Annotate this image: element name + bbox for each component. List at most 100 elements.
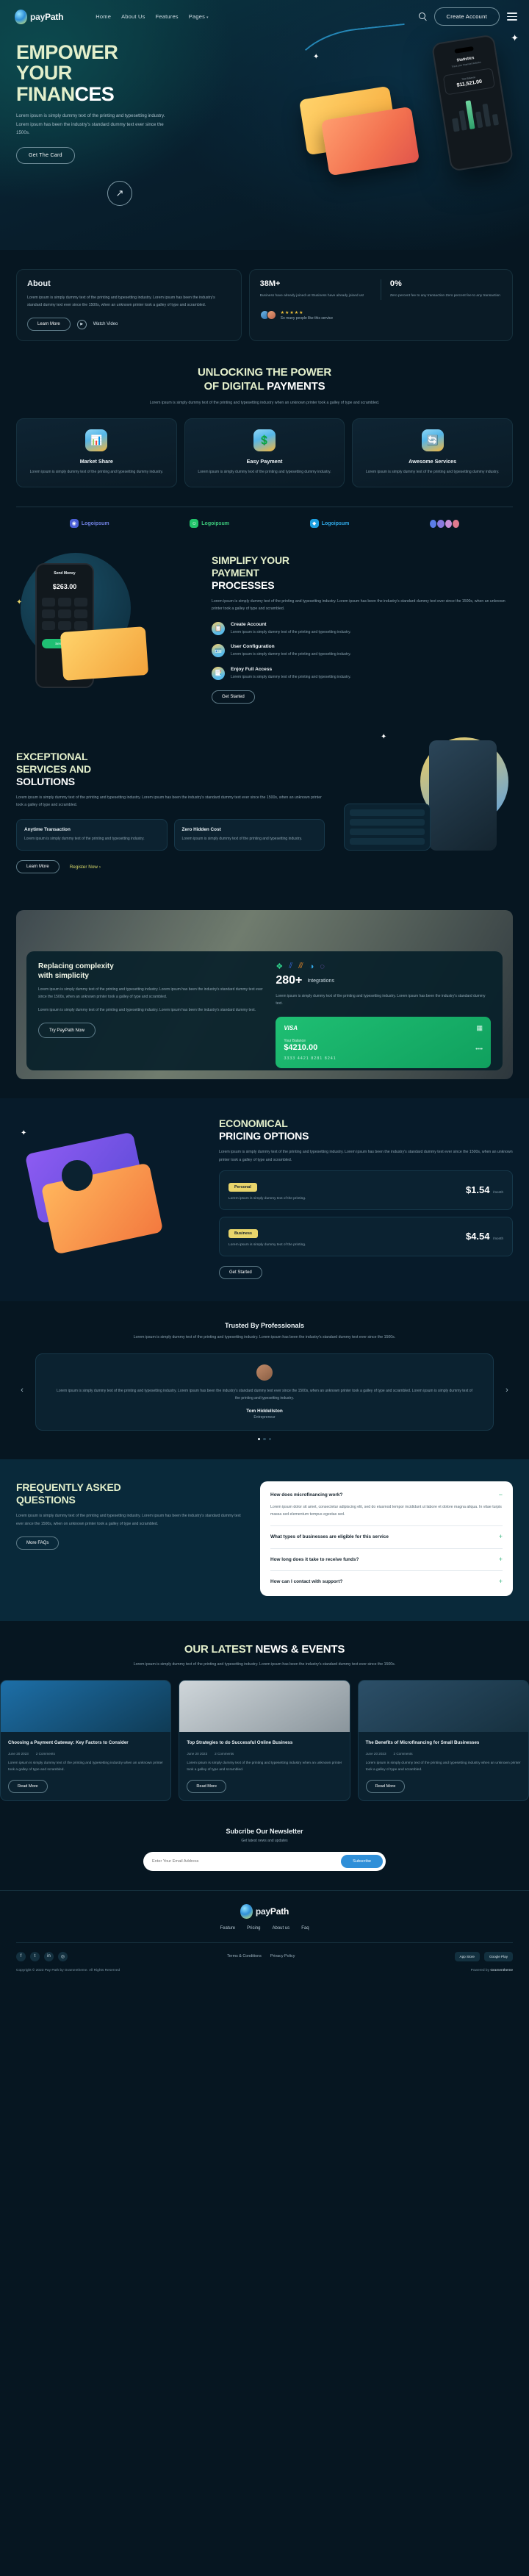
footer-link-about-us[interactable]: About us: [273, 1926, 290, 1931]
nav-item-features[interactable]: Features: [156, 13, 179, 20]
feature-card[interactable]: 💲 Easy Payment Lorem ipsum is simply dum…: [184, 418, 345, 488]
minus-icon[interactable]: −: [499, 1492, 503, 1498]
register-now-link[interactable]: Register Now ›: [70, 865, 101, 870]
try-paypath-now-button[interactable]: Try PayPath Now: [38, 1023, 96, 1039]
carousel-dot[interactable]: [268, 1437, 272, 1441]
play-icon[interactable]: ▶: [76, 319, 87, 329]
benefit-text: Lorem ipsum is simply dummy text of the …: [24, 836, 145, 841]
read-more-button[interactable]: Read More: [187, 1779, 226, 1793]
avatar: [266, 310, 276, 321]
slash-icon: ⫽: [289, 962, 293, 971]
footer-link-pricing[interactable]: Pricing: [247, 1926, 260, 1931]
document-icon: 📋: [212, 621, 225, 635]
create-account-button[interactable]: Create Account: [433, 7, 500, 26]
read-more-button[interactable]: Read More: [8, 1779, 48, 1793]
scroll-arrow-icon[interactable]: ↗: [107, 181, 132, 206]
copyright-text: Copyright © 2023 Pay Path by Gramentheme…: [16, 1968, 120, 1972]
feature-title: Easy Payment: [246, 458, 283, 465]
carousel-dots[interactable]: [0, 1437, 529, 1441]
replacing-p2: Lorem ipsum is simply dummy text of the …: [38, 1007, 256, 1012]
facebook-icon[interactable]: f: [16, 1951, 26, 1961]
sparkle-icon: ✦: [16, 598, 23, 607]
testimonial-card: Lorem ipsum is simply dummy text of the …: [35, 1353, 494, 1431]
nav-item-home[interactable]: Home: [96, 13, 111, 20]
avatar-group: [259, 310, 276, 321]
news-card[interactable]: The Benefits of Microfinancing for Small…: [357, 1680, 529, 1801]
app-store-badge[interactable]: App Store: [454, 1951, 480, 1961]
testimonial-name: Tom Hiddellston: [246, 1408, 283, 1414]
nav-item-pages[interactable]: Pages ▾: [189, 13, 209, 20]
simplify-get-started-button[interactable]: Get Started: [212, 690, 255, 704]
watch-video-label[interactable]: Watch Video: [93, 322, 118, 326]
pricing-get-started-button[interactable]: Get Started: [219, 1266, 262, 1280]
footer-brand-logo[interactable]: payPath: [240, 1903, 289, 1919]
footer-links: Feature Pricing About us Faq: [220, 1926, 309, 1931]
phone-balance-card: Total Balance $11,521.00: [442, 68, 496, 96]
more-faqs-button[interactable]: More FAQs: [16, 1536, 60, 1550]
carousel-dot[interactable]: [263, 1437, 266, 1441]
news-excerpt: Lorem ipsum is simply dummy text of the …: [8, 1761, 163, 1772]
plus-icon[interactable]: +: [499, 1578, 503, 1585]
carousel-dot[interactable]: [257, 1437, 261, 1441]
faq-title-l2: QUESTIONS: [16, 1494, 76, 1506]
twitter-icon[interactable]: t: [30, 1951, 40, 1961]
footer-link-faq[interactable]: Faq: [301, 1926, 309, 1931]
footer-link-feature[interactable]: Feature: [220, 1926, 235, 1931]
privacy-link[interactable]: Privacy Policy: [270, 1954, 295, 1958]
faq-section: FREQUENTLY ASKED QUESTIONS Lorem ipsum i…: [0, 1459, 529, 1621]
feature-text: Lorem ipsum is simply dummy text of the …: [198, 470, 331, 475]
faq-item[interactable]: How long does it take to receive funds? +: [270, 1556, 503, 1564]
exceptional-learn-more-button[interactable]: Learn More: [16, 860, 60, 874]
sparkle-icon: ✦: [21, 1129, 27, 1138]
terms-link[interactable]: Terms & Conditions: [227, 1954, 262, 1958]
pricing-plan-row[interactable]: Personal Lorem ipsum is simply dummy tex…: [219, 1170, 513, 1211]
plus-icon[interactable]: +: [499, 1556, 503, 1563]
partner-logo-label: Logoipsum: [321, 520, 350, 526]
faq-item[interactable]: How can I contact with support? +: [270, 1578, 503, 1586]
feature-card[interactable]: 📊 Market Share Lorem ipsum is simply dum…: [16, 418, 177, 488]
news-card[interactable]: Choosing a Payment Gateway: Key Factors …: [0, 1680, 172, 1801]
stat-text: Business have already joined us! Busines…: [259, 294, 364, 298]
chevron-left-icon[interactable]: ‹: [16, 1386, 28, 1398]
brand-name-path: Path: [45, 11, 64, 22]
feature-text: Lorem ipsum is simply dummy text of the …: [29, 470, 164, 475]
instagram-icon[interactable]: ◎: [58, 1951, 68, 1961]
logoipsum-smiley-icon: ☺: [190, 519, 199, 529]
faq-item[interactable]: How does microfinancing work? − Lorem ips…: [270, 1492, 503, 1518]
hamburger-menu-icon[interactable]: [507, 12, 517, 21]
chevron-right-icon[interactable]: ›: [501, 1386, 513, 1398]
newsletter-email-input[interactable]: [152, 1858, 342, 1864]
plan-unit: /month: [492, 1237, 503, 1241]
read-more-button[interactable]: Read More: [365, 1779, 406, 1793]
pricing-title-l2: PRICING OPTIONS: [219, 1130, 309, 1142]
faq-item[interactable]: What types of businesses are eligible fo…: [270, 1533, 503, 1541]
partner-logo: [430, 519, 460, 528]
send-money-amount: $263.00: [52, 583, 77, 591]
google-play-badge[interactable]: Google Play: [483, 1951, 513, 1961]
pricing-title-l1: ECONOMICAL: [219, 1117, 288, 1130]
exceptional-title-l2: SERVICES AND: [16, 762, 91, 775]
plus-icon[interactable]: +: [499, 1533, 503, 1540]
subscribe-button[interactable]: Subscribe: [341, 1854, 383, 1868]
footer: payPath Feature Pricing About us Faq f t…: [0, 1889, 529, 1984]
linkedin-icon[interactable]: in: [44, 1951, 54, 1961]
visa-number: 3333 4421 8281 8241: [284, 1056, 337, 1061]
dots-icon: ••••: [475, 1046, 483, 1052]
feature-card[interactable]: 🔄 Awesome Services Lorem ipsum is simply…: [352, 418, 514, 488]
hero-title-line3b: CES: [74, 82, 115, 105]
stat-item: 0% Zero percent fee to any transaction Z…: [380, 279, 502, 300]
nav-item-about-us[interactable]: About Us: [121, 13, 145, 20]
faq-question: How can I contact with support?: [270, 1579, 343, 1585]
pricing-plan-row[interactable]: Business Lorem ipsum is simply dummy tex…: [219, 1217, 513, 1257]
search-icon[interactable]: [418, 12, 427, 21]
news-title-white: NEWS & EVENTS: [255, 1642, 345, 1656]
star-rating-icon: ★★★★★: [280, 310, 304, 315]
brand-logo[interactable]: payPath: [15, 9, 64, 24]
partner-logos: ◉ Logoipsum ☺ Logoipsum ◆ Logoipsum: [0, 507, 529, 529]
simplify-title-l2: PAYMENT: [212, 566, 259, 579]
sparkle-icon: ✦: [381, 733, 387, 742]
get-the-card-button[interactable]: Get The Card: [16, 147, 75, 165]
about-learn-more-button[interactable]: Learn More: [27, 318, 71, 332]
social-links: f t in ◎: [16, 1951, 68, 1961]
news-card[interactable]: Top Strategies to do Successful Online B…: [179, 1680, 350, 1801]
